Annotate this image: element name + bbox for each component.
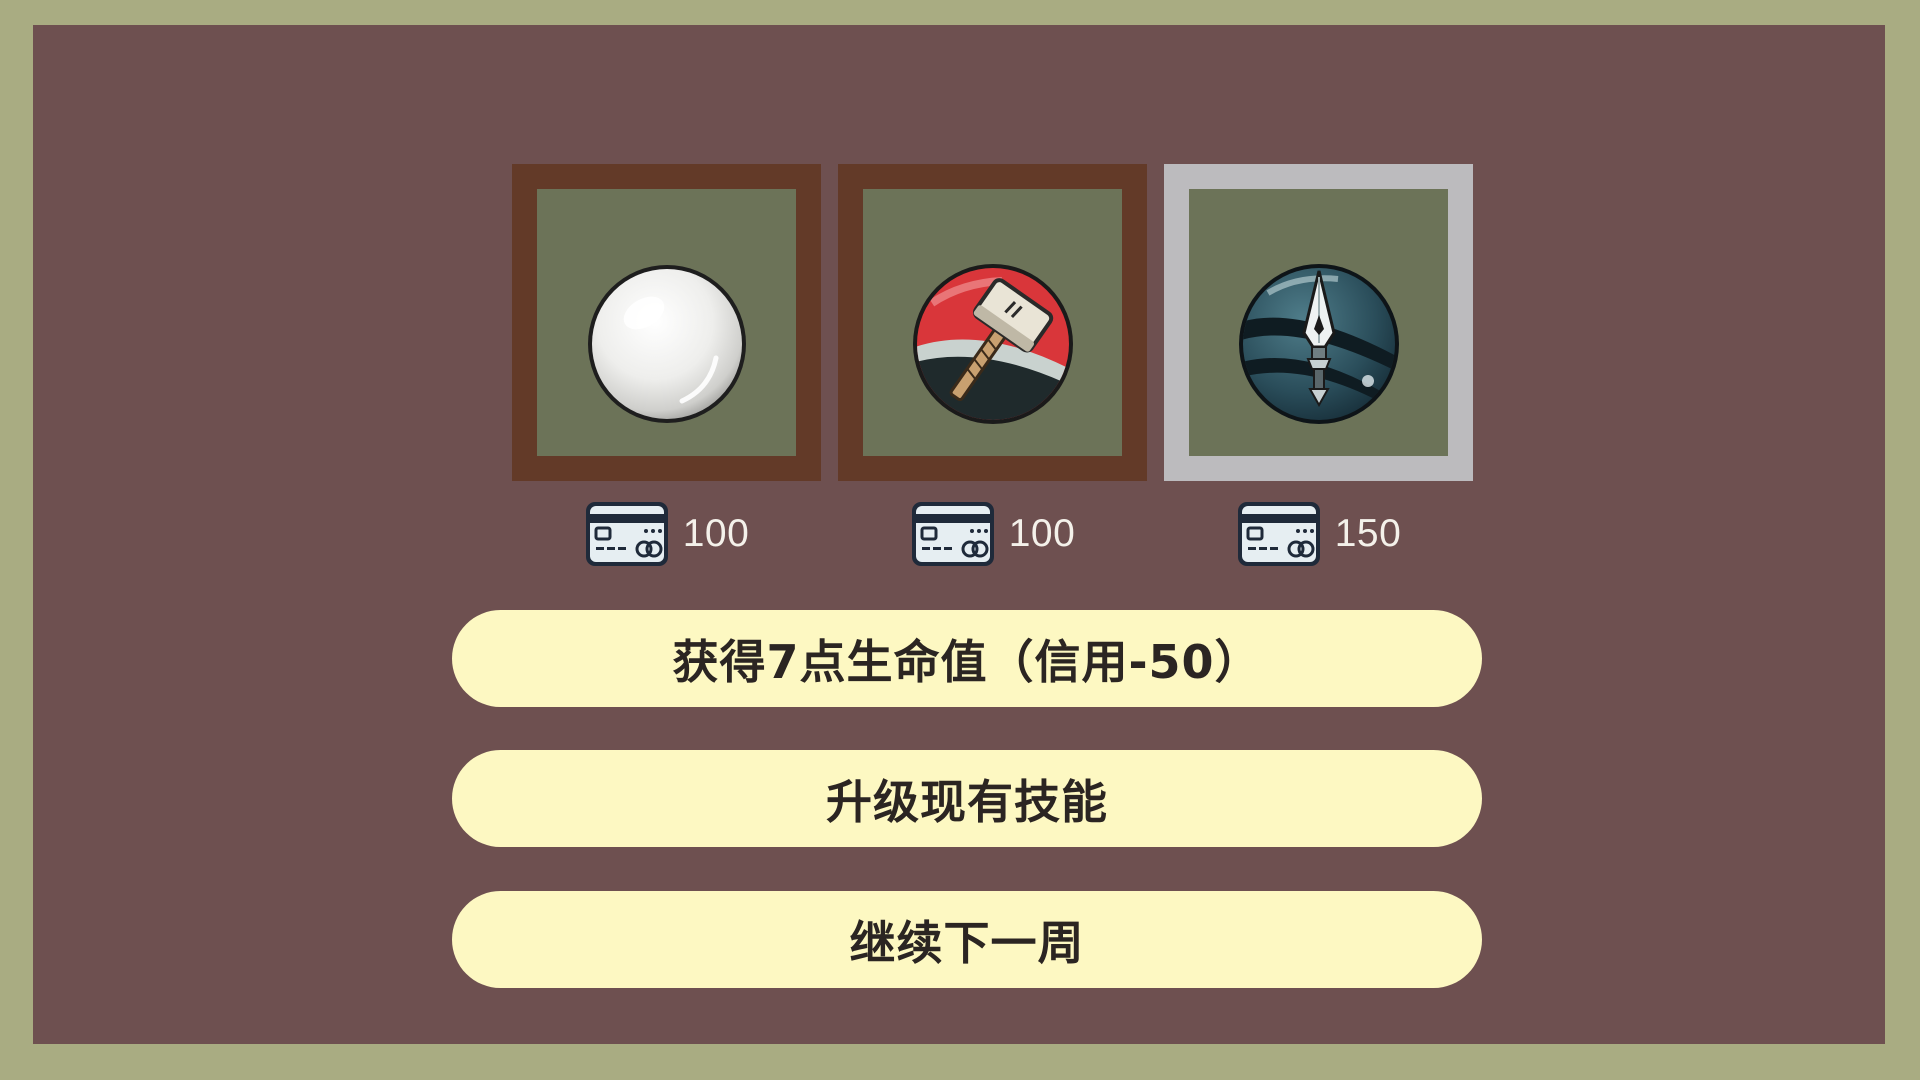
spear-orb-icon (1239, 264, 1399, 424)
item-slot[interactable] (512, 164, 821, 481)
item-price: 150 (1164, 499, 1473, 569)
price-value: 150 (1334, 512, 1402, 555)
credit-card-icon (911, 502, 994, 566)
price-value: 100 (1008, 512, 1076, 555)
item-slot[interactable] (838, 164, 1147, 481)
heal-button[interactable]: 获得7点生命值（信用-50） (452, 610, 1482, 707)
item-price: 100 (838, 499, 1147, 569)
upgrade-skill-button[interactable]: 升级现有技能 (452, 750, 1482, 847)
outer-frame: 100 100 150 获得7点生命值（信用-50） 升级现有技能 继续下一周 (0, 0, 1920, 1080)
hammer-orb-icon (913, 264, 1073, 424)
white-orb-icon (588, 265, 746, 423)
credit-card-icon (585, 502, 668, 566)
credit-card-icon (1237, 502, 1320, 566)
price-value: 100 (682, 512, 750, 555)
continue-next-week-button[interactable]: 继续下一周 (452, 891, 1482, 988)
item-slot-selected[interactable] (1164, 164, 1473, 481)
item-price: 100 (512, 499, 821, 569)
shop-items: 100 100 150 (512, 164, 1473, 584)
